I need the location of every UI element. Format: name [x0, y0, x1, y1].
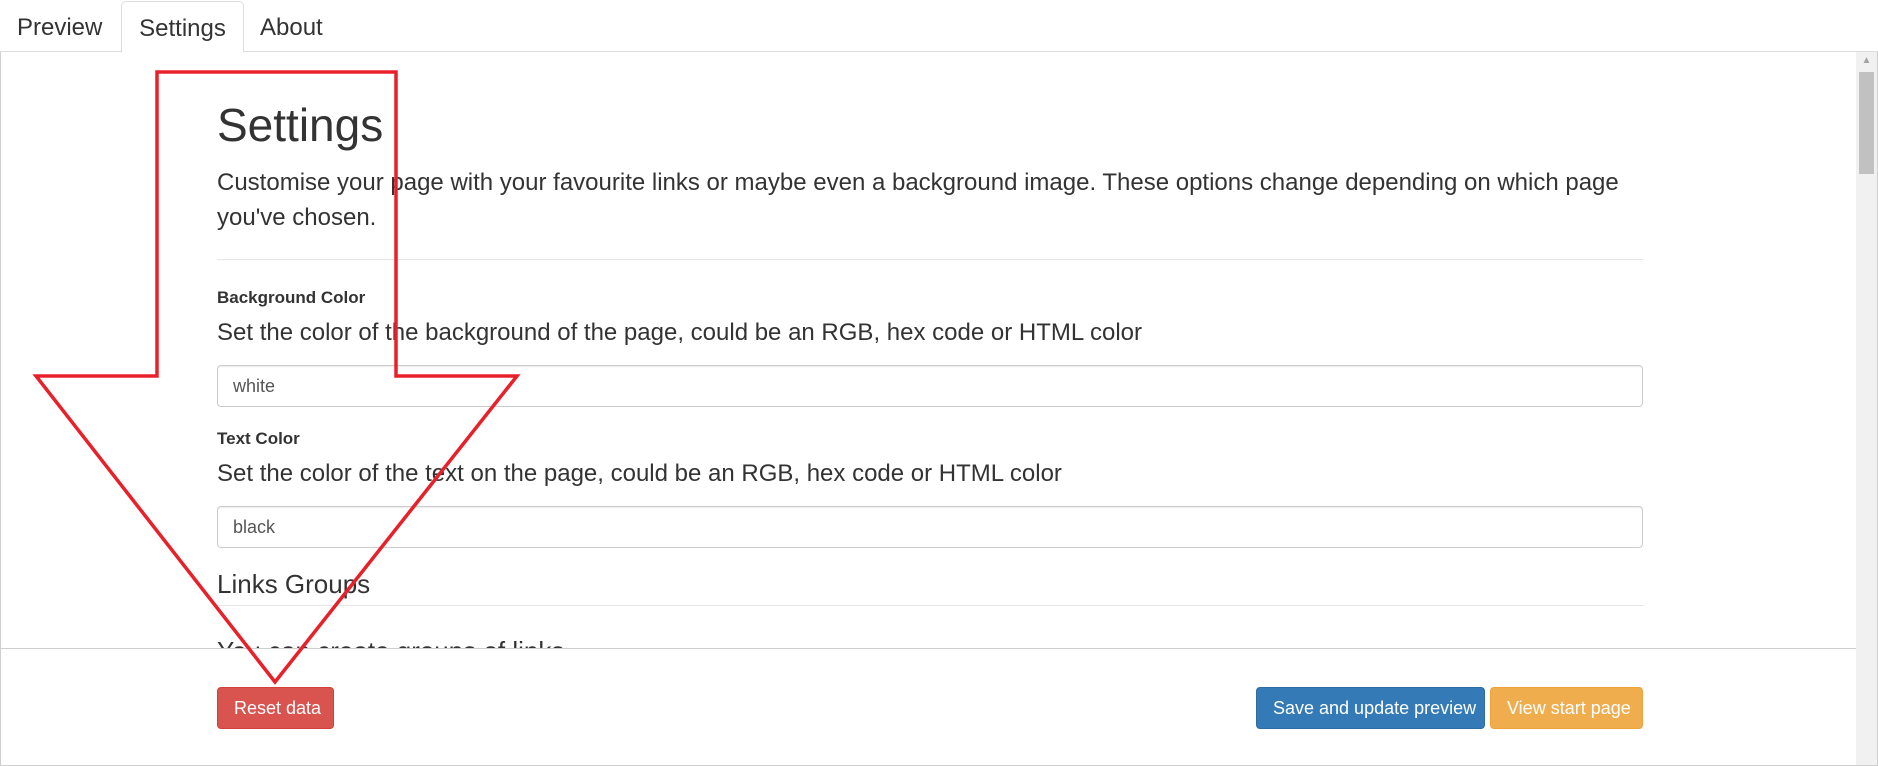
links-groups-divider — [217, 605, 1643, 606]
tab-settings[interactable]: Settings — [121, 1, 244, 53]
links-groups-heading: Links Groups — [217, 569, 371, 599]
scrollbar-thumb[interactable] — [1859, 72, 1874, 174]
text-color-input[interactable] — [217, 506, 1643, 548]
background-color-label: Background Color — [217, 288, 366, 307]
chevron-up-icon[interactable]: ▲ — [1856, 52, 1877, 70]
save-and-update-preview-button[interactable]: Save and update preview — [1256, 687, 1485, 729]
text-color-help: Set the color of the text on the page, c… — [217, 460, 1062, 487]
tab-about[interactable]: About — [245, 1, 338, 52]
view-start-page-button[interactable]: View start page — [1490, 687, 1643, 729]
background-color-input[interactable] — [217, 365, 1643, 407]
text-color-label: Text Color — [217, 429, 300, 448]
tab-bar: Preview Settings About — [0, 0, 1878, 53]
settings-panel: Settings Customise your page with your f… — [0, 52, 1878, 766]
links-groups-description: You can create groups of links — [217, 636, 564, 648]
footer-action-bar: Reset data Save and update preview View … — [1, 648, 1856, 765]
settings-description: Customise your page with your favourite … — [217, 169, 1619, 231]
background-color-help: Set the color of the background of the p… — [217, 319, 1142, 346]
settings-scroll-area[interactable]: Settings Customise your page with your f… — [1, 52, 1856, 648]
reset-data-button[interactable]: Reset data — [217, 687, 334, 729]
vertical-scrollbar[interactable]: ▲ — [1856, 52, 1877, 765]
divider — [217, 259, 1643, 260]
tab-preview[interactable]: Preview — [2, 1, 117, 52]
page-title: Settings — [217, 99, 384, 151]
